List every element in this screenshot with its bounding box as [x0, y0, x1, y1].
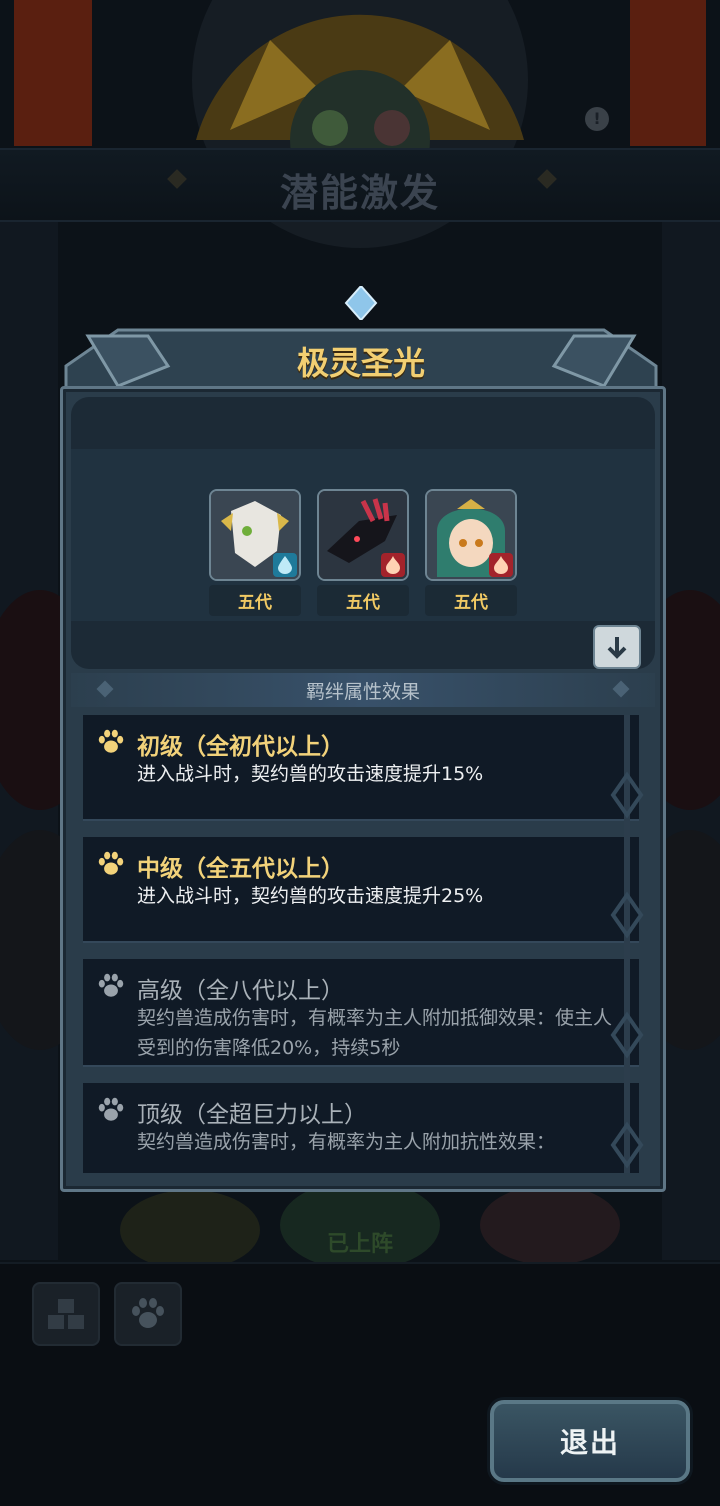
effect-description: 进入战斗时，契约兽的攻击速度提升25%: [137, 885, 484, 907]
header-ornament: [96, 680, 114, 698]
heroes-panel: 五代 五代 五代: [71, 397, 655, 669]
collapse-button[interactable]: [593, 625, 641, 669]
hero-card[interactable]: 五代: [425, 489, 517, 616]
effect-title: 中级（全五代以上）: [137, 856, 344, 882]
effect-item: 顶级（全超巨力以上） 契约兽造成伤害时，有概率为主人附加抗性效果：: [83, 1083, 639, 1173]
dialog-title: 极灵圣光: [296, 344, 425, 382]
bond-dialog: 极灵圣光 五代 五代 五代 羁绊属性效果 初级（全初代以上） 进入战斗时，契约兽…: [58, 286, 666, 1192]
paw-icon: [132, 1298, 164, 1328]
pet-button[interactable]: [114, 1282, 182, 1346]
effect-title: 高级（全八代以上）: [137, 978, 344, 1004]
hero-generation: 五代: [425, 585, 517, 616]
hero-generation: 五代: [317, 585, 409, 616]
fire-icon: [489, 553, 513, 577]
hero-portrait: [425, 489, 517, 581]
paw-icon: [98, 1097, 124, 1121]
effects-list[interactable]: 初级（全初代以上） 进入战斗时，契约兽的攻击速度提升15% 中级（全五代以上） …: [79, 715, 645, 1173]
section-title: 羁绊属性效果: [305, 680, 420, 703]
effect-item: 初级（全初代以上） 进入战斗时，契约兽的攻击速度提升15%: [83, 715, 639, 821]
hero-portrait: [317, 489, 409, 581]
dialog-body: 五代 五代 五代 羁绊属性效果 初级（全初代以上） 进入战斗时，契约兽的攻击速度…: [60, 386, 666, 1192]
background-title: 潜能激发: [279, 171, 440, 215]
effect-description: 契约兽造成伤害时，有概率为主人附加抵御效果：使主人受到的伤害降低20%，持续5秒: [137, 1007, 613, 1059]
effect-title: 顶级（全超巨力以上）: [137, 1102, 367, 1128]
header-ornament: [612, 680, 630, 698]
paw-icon: [98, 851, 124, 875]
effect-description: 契约兽造成伤害时，有概率为主人附加抗性效果：: [137, 1131, 556, 1153]
hero-generation: 五代: [209, 585, 301, 616]
background-title-bar: 潜能激发: [0, 148, 720, 222]
paw-icon: [98, 973, 124, 997]
blocks-icon: [48, 1299, 84, 1329]
formation-button[interactable]: [32, 1282, 100, 1346]
hero-portrait: [209, 489, 301, 581]
section-header: 羁绊属性效果: [71, 673, 655, 707]
effect-title: 初级（全初代以上）: [137, 734, 344, 760]
arrow-down-icon: [607, 637, 627, 659]
chain-ornament: [610, 715, 644, 1173]
hero-card[interactable]: 五代: [317, 489, 409, 616]
fire-icon: [381, 553, 405, 577]
water-icon: [273, 553, 297, 577]
effect-item: 高级（全八代以上） 契约兽造成伤害时，有概率为主人附加抵御效果：使主人受到的伤害…: [83, 959, 639, 1067]
on-field-label: 已上阵: [326, 1232, 393, 1257]
effect-item: 中级（全五代以上） 进入战斗时，契约兽的攻击速度提升25%: [83, 837, 639, 943]
paw-icon: [98, 729, 124, 753]
hero-card[interactable]: 五代: [209, 489, 301, 616]
exit-button[interactable]: 退出: [490, 1400, 690, 1482]
effect-description: 进入战斗时，契约兽的攻击速度提升15%: [137, 763, 484, 785]
gem-icon: [344, 286, 378, 320]
info-button[interactable]: !: [585, 107, 609, 131]
